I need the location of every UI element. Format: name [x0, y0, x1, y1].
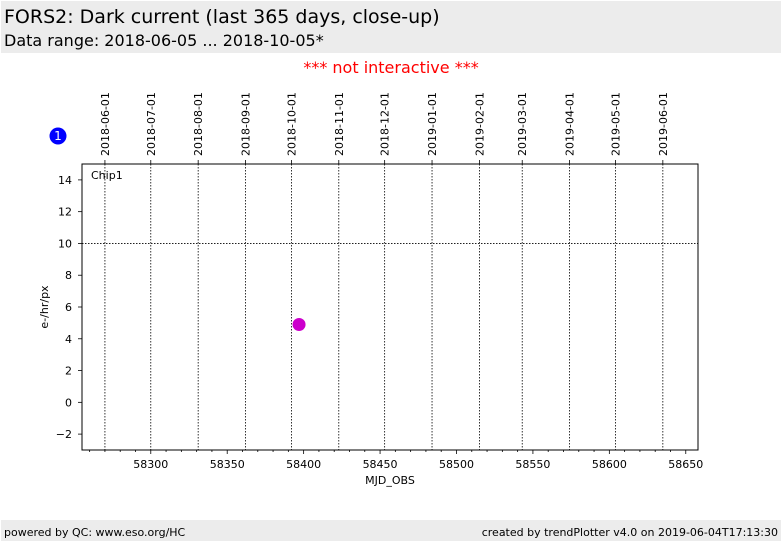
data-points — [292, 317, 306, 331]
y-axis-label: e-/hr/px — [38, 285, 51, 329]
badge-number: 1 — [54, 129, 62, 143]
x-tick-label: 58600 — [592, 458, 627, 471]
data-point — [292, 317, 306, 331]
y-tick-label: 14 — [58, 174, 72, 187]
y-tick-label: 4 — [65, 333, 72, 346]
y-tick-label: 0 — [65, 396, 72, 409]
footer-credit: powered by QC: www.eso.org/HC — [4, 526, 186, 539]
chart-number-badge: 1 — [49, 127, 67, 145]
y-axis: −2 0 2 4 6 8 10 12 14 — [56, 174, 82, 441]
plot-frame — [81, 163, 699, 451]
x-tick-label: 58300 — [133, 458, 168, 471]
x-tick-label: 58350 — [210, 458, 245, 471]
x-axis: 58300 58350 58400 58450 58500 58550 58600 58650 — [89, 450, 703, 471]
y-tick-label: 2 — [65, 365, 72, 378]
date-tick-label: 2018-12-01 — [379, 92, 392, 156]
footer-generator: created by trendPlotter v4.0 on 2019-06-… — [481, 526, 778, 539]
date-tick-label: 2018-07-01 — [145, 92, 158, 156]
y-tick-label: 8 — [65, 269, 72, 282]
y-tick-label: 10 — [58, 237, 72, 250]
date-tick-label: 2018-09-01 — [240, 92, 253, 156]
date-tick-label: 2019-03-01 — [516, 92, 529, 156]
date-tick-label: 2018-10-01 — [285, 92, 298, 156]
x-tick-label: 58500 — [439, 458, 474, 471]
x-tick-label: 58550 — [515, 458, 550, 471]
date-tick-label: 2018-11-01 — [333, 92, 346, 156]
x-tick-label: 58450 — [363, 458, 398, 471]
date-tick-label: 2019-05-01 — [609, 92, 622, 156]
date-tick-label: 2018-06-01 — [99, 92, 112, 156]
y-tick-label: 12 — [58, 206, 72, 219]
date-axis: 2018-06-01 2018-07-01 2018-08-01 2018-09-01… — [99, 92, 670, 164]
date-tick-label: 2019-06-01 — [657, 92, 670, 156]
x-axis-label: MJD_OBS — [365, 474, 415, 487]
x-tick-label: 58400 — [286, 458, 321, 471]
y-tick-label: −2 — [56, 428, 72, 441]
dark-current-chart: 58300 58350 58400 58450 58500 58550 58600 58650… — [38, 92, 703, 487]
grid-lines — [82, 164, 698, 450]
date-tick-label: 2019-01-01 — [426, 92, 439, 156]
y-tick-label: 6 — [65, 301, 72, 314]
panel-label: Chip1 — [91, 169, 123, 182]
date-tick-label: 2019-04-01 — [564, 92, 577, 156]
date-tick-label: 2019-02-01 — [473, 92, 486, 156]
date-tick-label: 2018-08-01 — [192, 92, 205, 156]
x-tick-label: 58650 — [668, 458, 703, 471]
